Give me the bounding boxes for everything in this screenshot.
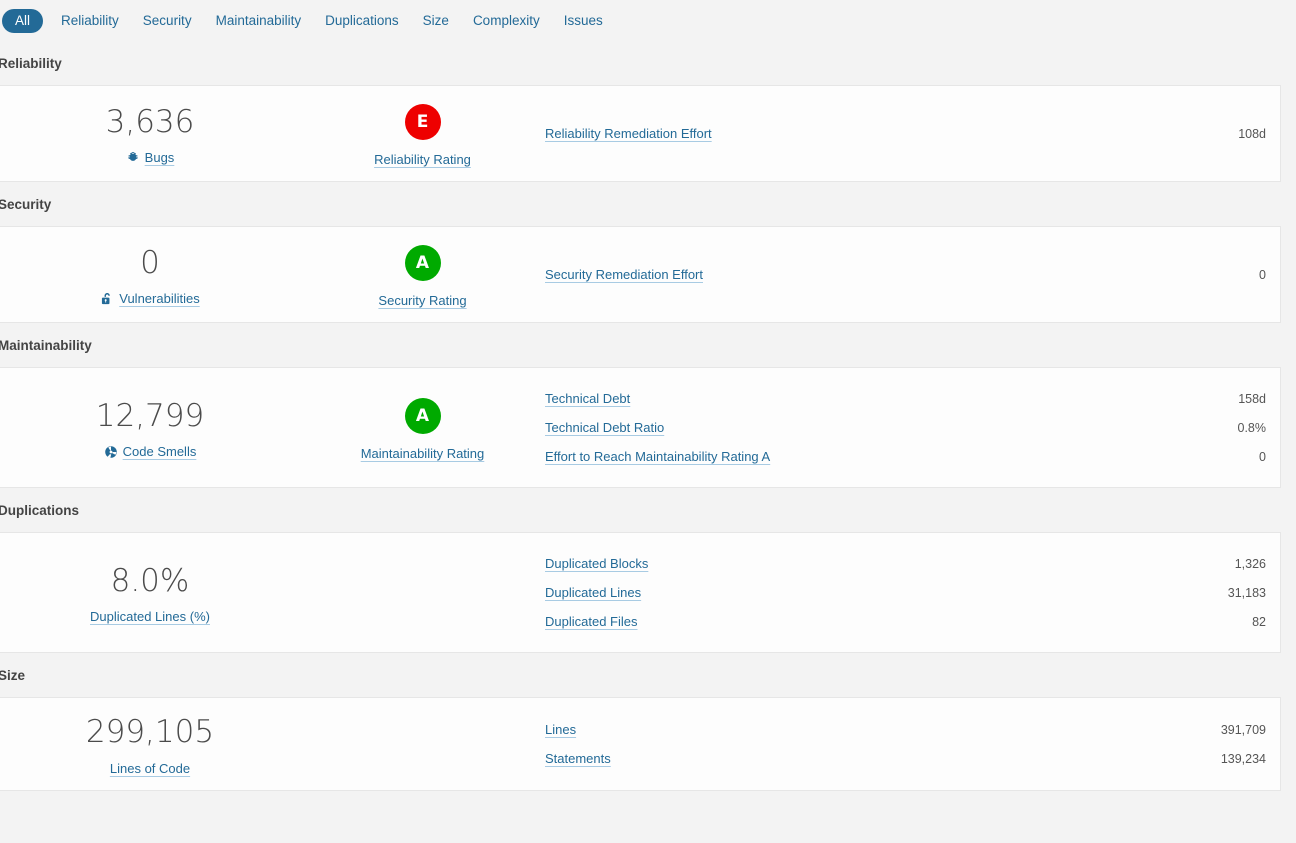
tab-security[interactable]: Security [131,9,204,33]
section-header-size: Size [0,653,1296,697]
lock-icon [100,292,114,306]
main-metric-label[interactable]: Lines of Code [110,761,190,776]
metric-row-value: 0.8% [1238,421,1267,435]
metric-row-link[interactable]: Duplicated Files [545,614,638,629]
section-card-reliability: 3,636 Bugs E Reliability Rating Reliability … [0,85,1281,182]
rating-column-size [300,698,545,790]
rating-link[interactable]: Security Rating [378,293,466,308]
main-metric-label[interactable]: Bugs [126,150,175,165]
metric-row: Technical Debt Ratio 0.8% [545,413,1266,442]
metric-row: Technical Debt 158d [545,384,1266,413]
section-header-reliability: Reliability [0,41,1296,85]
domain-tabbar: AllReliabilitySecurityMaintainabilityDup… [0,0,1296,41]
section-header-duplications: Duplications [0,488,1296,532]
rating-column-maintainability: A Maintainability Rating [300,368,545,487]
main-metric-label[interactable]: Vulnerabilities [100,291,199,306]
metric-row-value: 139,234 [1221,752,1266,766]
main-metric-reliability: 3,636 Bugs [0,86,300,181]
rating-link[interactable]: Maintainability Rating [361,446,485,461]
metric-row-link[interactable]: Technical Debt [545,391,630,406]
main-metric-link[interactable]: Code Smells [123,444,197,459]
section-card-security: 0 Vulnerabilities A Security Rating Security… [0,226,1281,323]
measures-page: AllReliabilitySecurityMaintainabilityDup… [0,0,1296,843]
metric-row: Duplicated Lines 31,183 [545,578,1266,607]
metric-row: Lines 391,709 [545,715,1266,744]
metric-row: Duplicated Files 82 [545,607,1266,636]
rating-column-security: A Security Rating [300,227,545,322]
section-header-security: Security [0,182,1296,226]
main-metric-security: 0 Vulnerabilities [0,227,300,322]
main-metric-value: 0 [140,247,160,280]
metric-rows-size: Lines 391,709 Statements 139,234 [545,698,1280,790]
bug-icon [126,151,140,165]
main-metric-duplications: 8.0% Duplicated Lines (%) [0,533,300,652]
main-metric-maintainability: 12,799 Code Smells [0,368,300,487]
metric-rows-duplications: Duplicated Blocks 1,326 Duplicated Lines 31… [545,533,1280,652]
metric-row-value: 1,326 [1235,557,1266,571]
metric-row-value: 391,709 [1221,723,1266,737]
metric-row-value: 82 [1252,615,1266,629]
tab-complexity[interactable]: Complexity [461,9,552,33]
metric-row-value: 158d [1238,392,1266,406]
section-card-duplications: 8.0% Duplicated Lines (%) Duplicated Block… [0,532,1281,653]
rating-badge[interactable]: A [405,398,441,434]
metric-row-link[interactable]: Security Remediation Effort [545,267,703,282]
main-metric-value: 3,636 [106,106,195,139]
rating-label[interactable]: Reliability Rating [374,152,471,167]
metric-row-value: 0 [1259,450,1266,464]
main-metric-link[interactable]: Bugs [145,150,175,165]
main-metric-label[interactable]: Duplicated Lines (%) [90,609,210,624]
metric-rows-maintainability: Technical Debt 158d Technical Debt Ratio 0.… [545,368,1280,487]
metric-rows-reliability: Reliability Remediation Effort 108d [545,86,1280,181]
rating-badge[interactable]: E [405,104,441,140]
tab-duplications[interactable]: Duplications [313,9,411,33]
rating-badge[interactable]: A [405,245,441,281]
metric-row: Duplicated Blocks 1,326 [545,549,1266,578]
section-card-maintainability: 12,799 Code Smells A Maintainability Rating… [0,367,1281,488]
metric-row-link[interactable]: Effort to Reach Maintainability Rating A [545,449,770,464]
measures-sections: Reliability 3,636 Bugs E Reliability Rating R… [0,41,1296,791]
metric-row-link[interactable]: Reliability Remediation Effort [545,126,712,141]
metric-row-value: 108d [1238,127,1266,141]
rating-column-reliability: E Reliability Rating [300,86,545,181]
metric-row-link[interactable]: Duplicated Lines [545,585,641,600]
main-metric-link[interactable]: Duplicated Lines (%) [90,609,210,624]
main-metric-size: 299,105 Lines of Code [0,698,300,790]
main-metric-value: 299,105 [86,716,214,749]
main-metric-link[interactable]: Lines of Code [110,761,190,776]
rating-column-duplications [300,533,545,652]
tab-all[interactable]: All [2,9,43,33]
main-metric-link[interactable]: Vulnerabilities [119,291,199,306]
metric-row-value: 0 [1259,268,1266,282]
metric-row-link[interactable]: Lines [545,722,576,737]
tab-size[interactable]: Size [411,9,461,33]
main-metric-value: 12,799 [96,400,204,433]
metric-row-value: 31,183 [1228,586,1266,600]
metric-row-link[interactable]: Statements [545,751,611,766]
tab-issues[interactable]: Issues [552,9,615,33]
metric-row: Reliability Remediation Effort 108d [545,119,1266,148]
metric-row: Statements 139,234 [545,744,1266,773]
metric-row: Security Remediation Effort 0 [545,260,1266,289]
metric-row-link[interactable]: Technical Debt Ratio [545,420,664,435]
rating-link[interactable]: Reliability Rating [374,152,471,167]
rating-label[interactable]: Security Rating [378,293,466,308]
tab-maintainability[interactable]: Maintainability [204,9,314,33]
metric-row-link[interactable]: Duplicated Blocks [545,556,648,571]
rating-label[interactable]: Maintainability Rating [361,446,485,461]
code-smell-icon [104,445,118,459]
tab-reliability[interactable]: Reliability [49,9,131,33]
main-metric-label[interactable]: Code Smells [104,444,197,459]
main-metric-value: 8.0% [111,565,190,598]
metric-rows-security: Security Remediation Effort 0 [545,227,1280,322]
section-card-size: 299,105 Lines of Code Lines 391,709 Statemen… [0,697,1281,791]
metric-row: Effort to Reach Maintainability Rating A… [545,442,1266,471]
section-header-maintainability: Maintainability [0,323,1296,367]
